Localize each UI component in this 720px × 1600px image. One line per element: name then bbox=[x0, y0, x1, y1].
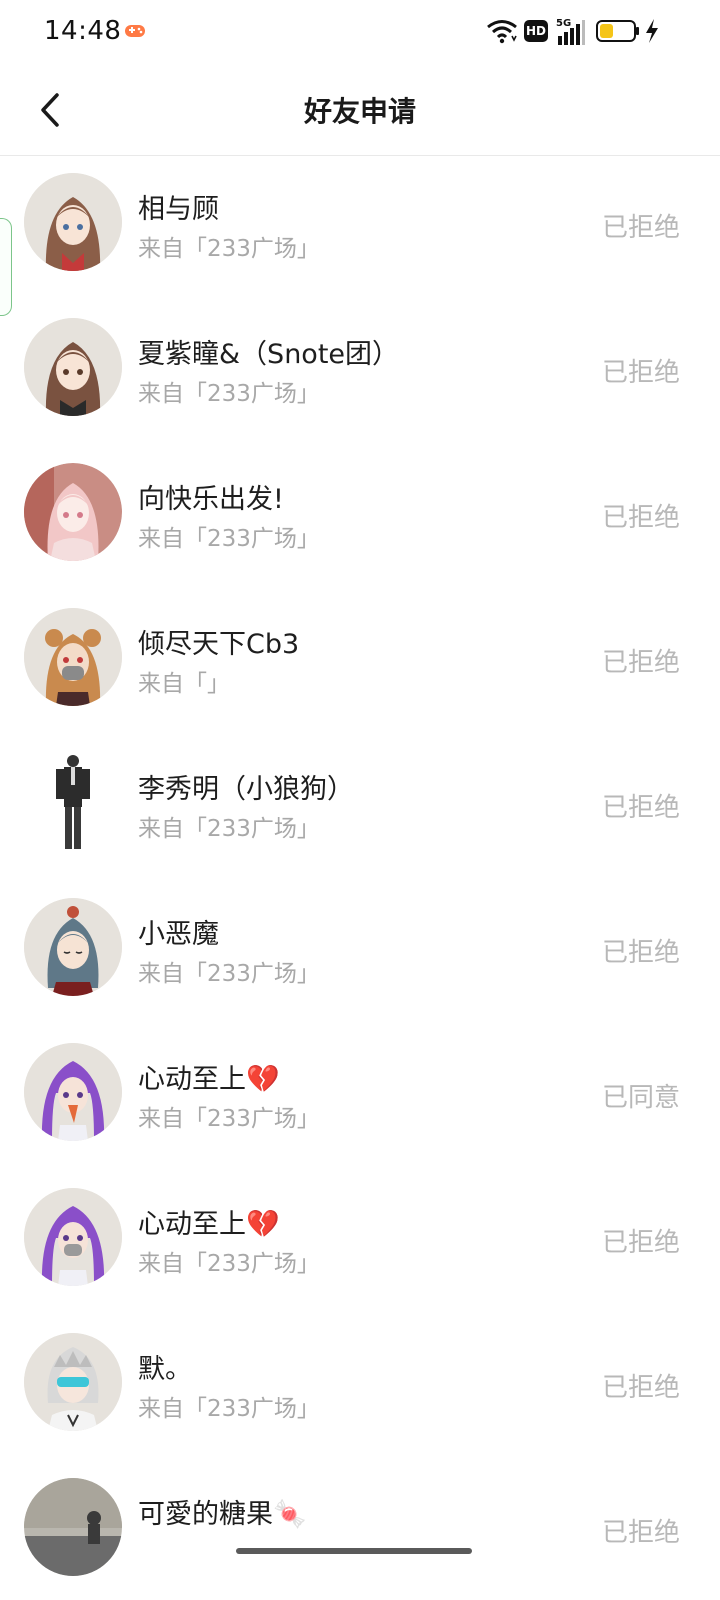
friend-request-row[interactable]: 李秀明（小狼狗） 来自「233广场」 已拒绝 bbox=[0, 737, 720, 882]
game-icon bbox=[125, 25, 145, 37]
request-status: 已拒绝 bbox=[601, 503, 680, 533]
user-avatar[interactable] bbox=[24, 1478, 122, 1576]
user-avatar[interactable] bbox=[24, 753, 122, 851]
requester-name: 夏紫瞳&（Snote团） bbox=[138, 339, 400, 370]
requester-name: 相与顾 bbox=[138, 194, 219, 225]
request-source: 来自「233广场」 bbox=[138, 1251, 320, 1277]
friend-request-row[interactable]: 可愛的糖果🍬 已拒绝 bbox=[0, 1462, 720, 1600]
requester-name: 心动至上💔 bbox=[138, 1209, 280, 1240]
request-status: 已拒绝 bbox=[601, 1518, 680, 1548]
wifi-icon bbox=[487, 20, 517, 44]
request-source: 来自「233广场」 bbox=[138, 1396, 320, 1422]
request-source: 来自「233广场」 bbox=[138, 816, 320, 842]
status-time: 14:48 bbox=[44, 16, 122, 46]
user-avatar[interactable] bbox=[24, 1333, 122, 1431]
user-avatar[interactable] bbox=[24, 463, 122, 561]
friend-request-row[interactable]: 向快乐出发! 来自「233广场」 已拒绝 bbox=[0, 447, 720, 592]
signal-5g-icon: 5G bbox=[556, 18, 585, 45]
app-header: 好友申请 bbox=[0, 64, 720, 156]
request-status: 已拒绝 bbox=[601, 793, 680, 823]
hd-label: HD bbox=[525, 24, 546, 38]
request-source: 来自「233广场」 bbox=[138, 526, 320, 552]
friend-request-row[interactable]: 默。 来自「233广场」 已拒绝 bbox=[0, 1317, 720, 1462]
requester-name: 向快乐出发! bbox=[138, 484, 284, 515]
battery-icon bbox=[596, 20, 639, 42]
friend-requests-screen: 14:48 HD 5G 好友申请 相与顾 来自「233广场」 已拒绝 夏紫瞳&（… bbox=[0, 0, 720, 1600]
friend-request-list: 相与顾 来自「233广场」 已拒绝 夏紫瞳&（Snote团） 来自「233广场」… bbox=[0, 157, 720, 1600]
request-source: 来自「233广场」 bbox=[138, 961, 320, 987]
home-indicator[interactable] bbox=[236, 1548, 472, 1554]
requester-name: 默。 bbox=[138, 1354, 192, 1385]
status-bar: 14:48 HD 5G bbox=[0, 0, 720, 64]
requester-name: 小恶魔 bbox=[138, 919, 219, 950]
requester-name: 倾尽天下Cb3 bbox=[138, 629, 300, 660]
friend-request-row[interactable]: 倾尽天下Cb3 来自「」 已拒绝 bbox=[0, 592, 720, 737]
user-avatar[interactable] bbox=[24, 318, 122, 416]
friend-request-row[interactable]: 相与顾 来自「233广场」 已拒绝 bbox=[0, 157, 720, 302]
request-source: 来自「233广场」 bbox=[138, 236, 320, 262]
charging-bolt-icon bbox=[646, 19, 658, 43]
request-status: 已拒绝 bbox=[601, 1373, 680, 1403]
request-source: 来自「233广场」 bbox=[138, 381, 320, 407]
request-source: 来自「」 bbox=[138, 671, 230, 697]
request-status: 已拒绝 bbox=[601, 358, 680, 388]
request-source: 来自「233广场」 bbox=[138, 1106, 320, 1132]
user-avatar[interactable] bbox=[24, 1188, 122, 1286]
requester-name: 心动至上💔 bbox=[138, 1064, 280, 1095]
requester-name: 可愛的糖果🍬 bbox=[138, 1499, 307, 1530]
requester-name: 李秀明（小狼狗） bbox=[138, 774, 354, 805]
request-status: 已拒绝 bbox=[601, 938, 680, 968]
friend-request-row[interactable]: 夏紫瞳&（Snote团） 来自「233广场」 已拒绝 bbox=[0, 302, 720, 447]
user-avatar[interactable] bbox=[24, 1043, 122, 1141]
request-status: 已拒绝 bbox=[601, 213, 680, 243]
friend-request-row[interactable]: 小恶魔 来自「233广场」 已拒绝 bbox=[0, 882, 720, 1027]
request-status: 已拒绝 bbox=[601, 648, 680, 678]
friend-request-row[interactable]: 心动至上💔 来自「233广场」 已同意 bbox=[0, 1027, 720, 1172]
user-avatar[interactable] bbox=[24, 898, 122, 996]
request-status: 已同意 bbox=[601, 1083, 680, 1113]
page-title: 好友申请 bbox=[303, 95, 416, 128]
user-avatar[interactable] bbox=[24, 608, 122, 706]
request-status: 已拒绝 bbox=[601, 1228, 680, 1258]
hd-icon: HD bbox=[524, 20, 548, 42]
svg-text:5G: 5G bbox=[556, 18, 571, 29]
user-avatar[interactable] bbox=[24, 173, 122, 271]
friend-request-row[interactable]: 心动至上💔 来自「233广场」 已拒绝 bbox=[0, 1172, 720, 1317]
